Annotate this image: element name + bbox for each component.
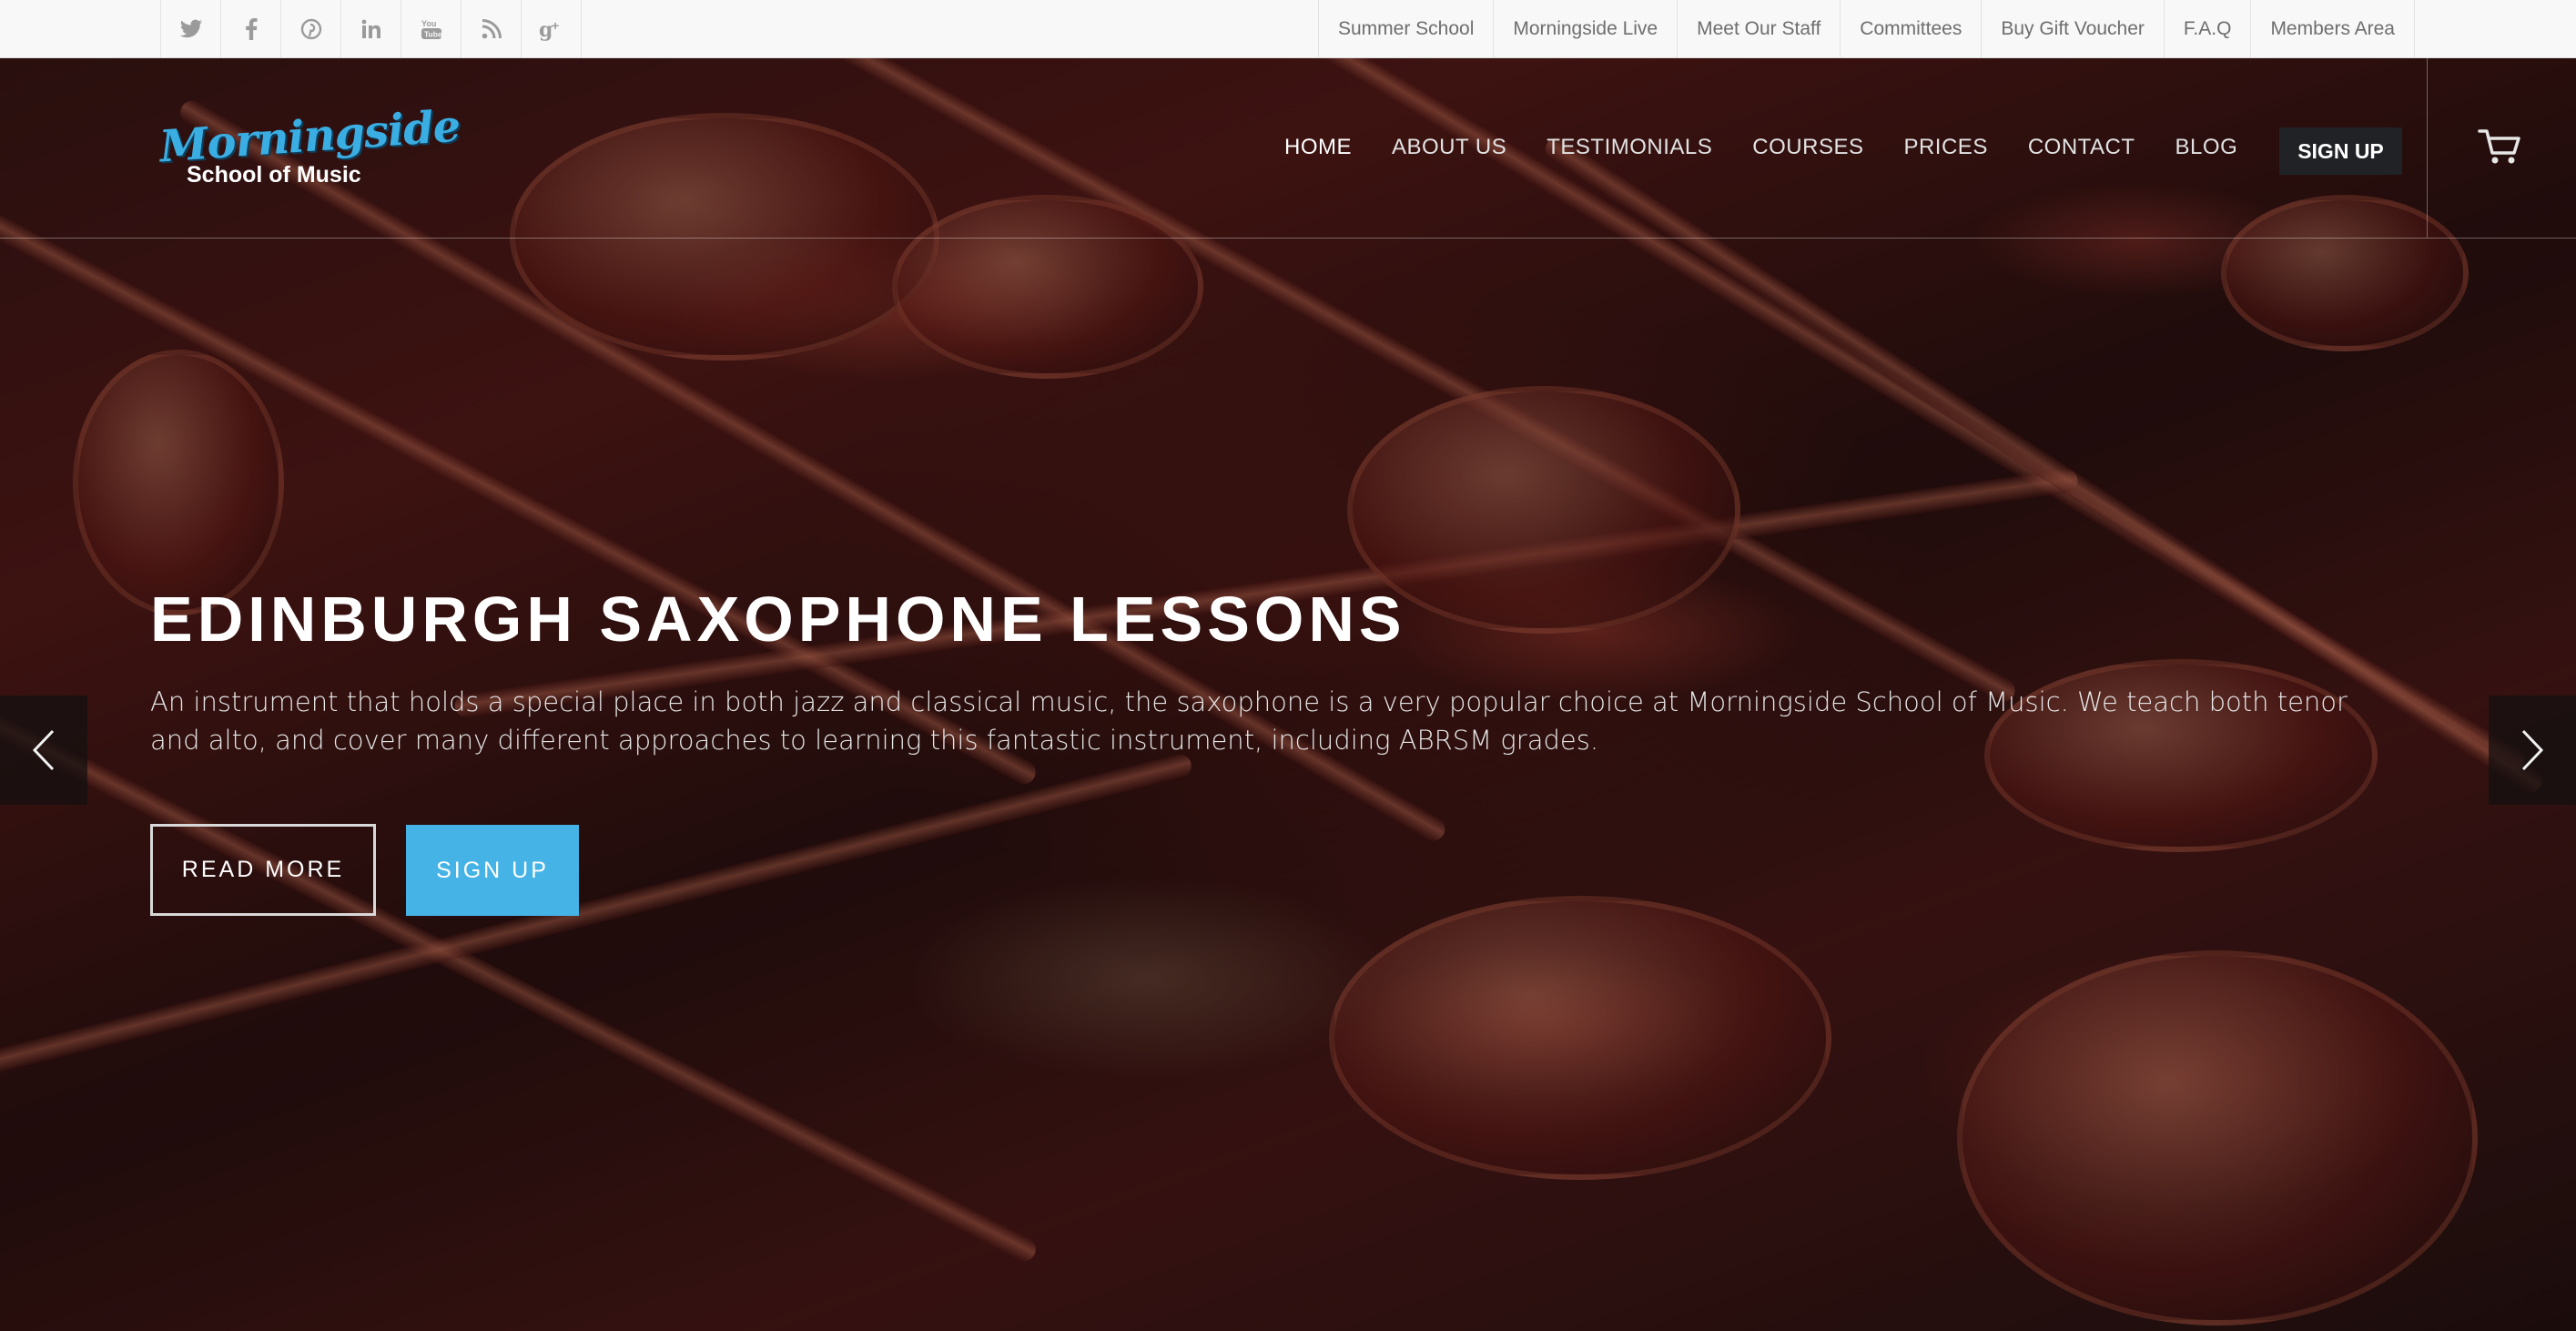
toplink-morningside-live[interactable]: Morningside Live [1494,0,1678,57]
toplink-faq[interactable]: F.A.Q [2165,0,2252,57]
toplink-buy-gift-voucher[interactable]: Buy Gift Voucher [1982,0,2165,57]
pinterest-icon[interactable] [281,0,341,57]
nav-courses[interactable]: COURSES [1752,135,1863,160]
site-header: Morningside School of Music HOME ABOUT U… [0,58,2576,239]
rss-icon[interactable] [461,0,522,57]
cart-icon[interactable] [2478,127,2523,168]
nav-home[interactable]: HOME [1284,135,1352,160]
svg-text:+: + [552,18,559,33]
chevron-left-icon [32,729,55,771]
site-logo[interactable]: Morningside School of Music [157,101,461,195]
nav-signup-button[interactable]: SIGN UP [2279,127,2402,175]
nav-blog[interactable]: BLOG [2175,135,2238,160]
slider-next-button[interactable] [2489,696,2576,805]
social-links: You Tube g + [160,0,582,57]
logo-subtitle: School of Music [187,162,361,188]
slider-prev-button[interactable] [0,696,87,805]
toplink-members-area[interactable]: Members Area [2251,0,2415,57]
youtube-icon[interactable]: You Tube [401,0,461,57]
top-links: Summer School Morningside Live Meet Our … [1317,0,2415,57]
svg-text:Tube: Tube [424,29,442,38]
chevron-right-icon [2521,729,2544,771]
nav-prices[interactable]: PRICES [1903,135,1987,160]
nav-testimonials[interactable]: TESTIMONIALS [1547,135,1712,160]
twitter-icon[interactable] [161,0,221,57]
toplink-summer-school[interactable]: Summer School [1319,0,1495,57]
toplink-meet-our-staff[interactable]: Meet Our Staff [1678,0,1841,57]
top-bar: You Tube g + Summer School Morningside Liv… [0,0,2576,58]
hero-description: An instrument that holds a special place… [150,686,2348,756]
hero-title: EDINBURGH SAXOPHONE LESSONS [150,584,1406,655]
google-plus-icon[interactable]: g + [522,0,582,57]
svg-text:You: You [421,19,436,28]
main-nav: HOME ABOUT US TESTIMONIALS COURSES PRICE… [1284,135,2237,160]
facebook-icon[interactable] [221,0,281,57]
hero-signup-button[interactable]: SIGN UP [406,825,579,916]
nav-divider [2427,58,2428,238]
linkedin-icon[interactable] [341,0,401,57]
toplink-committees[interactable]: Committees [1841,0,1983,57]
nav-about-us[interactable]: ABOUT US [1392,135,1506,160]
nav-contact[interactable]: CONTACT [2028,135,2135,160]
read-more-button[interactable]: READ MORE [150,824,376,916]
